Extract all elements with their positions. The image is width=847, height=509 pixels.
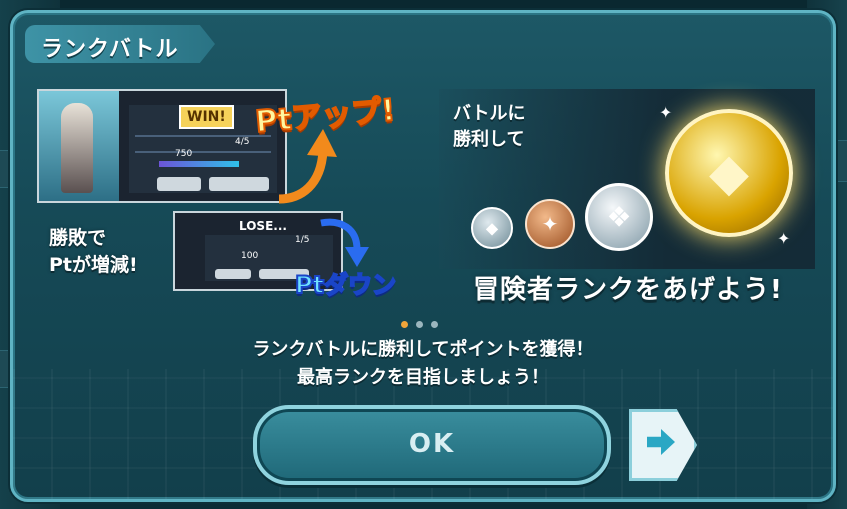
caption-line: バトルに <box>453 103 526 124</box>
sparkle-icon: ✦ <box>659 103 673 122</box>
pt-down-label: Ptダウン <box>294 270 397 300</box>
page-dot-active[interactable] <box>401 321 408 328</box>
ok-button[interactable]: OK <box>253 405 611 485</box>
description-line-2: 最高ランクを目指しましょう！ <box>297 367 549 388</box>
caption-line: 勝敗で <box>49 227 107 249</box>
description-line-1: ランクバトルに勝利してポイントを獲得！ <box>252 339 594 360</box>
caption-line: Ptが増減! <box>49 254 138 276</box>
mini-button <box>157 177 201 191</box>
platinum-rank-medal-icon: ❖ <box>585 183 653 251</box>
win-stat-1: 4/5 <box>235 137 250 147</box>
sparkle-icon: ✦ <box>777 229 791 248</box>
lose-stat-2: 100 <box>241 251 259 261</box>
win-screenshot: WIN! 4/5 750 <box>37 89 287 203</box>
lose-stat-1: 1/5 <box>295 235 310 245</box>
modal-title: ランクバトル <box>41 37 179 62</box>
lose-badge: LOSE... <box>239 219 287 233</box>
rank-up-caption: 冒険者ランクをあげよう! <box>473 275 783 305</box>
gold-rank-medal-icon: ◆ <box>665 109 793 237</box>
page-dot[interactable] <box>416 321 423 328</box>
win-battle-caption: バトルに 勝利して <box>453 101 526 153</box>
bronze-rank-medal-icon: ✦ <box>525 199 575 249</box>
points-gauge <box>159 161 239 167</box>
page-dot[interactable] <box>431 321 438 328</box>
tutorial-illustration: WIN! 4/5 750 LOSE... 1/5 100 Ptアップ! Ptダウ… <box>33 79 815 319</box>
panel-divider <box>135 135 271 137</box>
mini-button <box>209 177 269 191</box>
ok-button-label: OK <box>408 429 456 459</box>
win-badge: WIN! <box>179 105 234 129</box>
win-stat-2: 750 <box>175 149 193 159</box>
panel-divider <box>135 151 271 153</box>
caption-line: 勝利して <box>453 129 525 150</box>
arrow-down-icon <box>320 218 369 267</box>
page-indicator <box>401 321 438 328</box>
points-change-caption: 勝敗で Ptが増減! <box>49 225 138 279</box>
character-portrait <box>39 91 119 201</box>
mini-button <box>215 269 251 279</box>
silver-rank-medal-icon: ◆ <box>471 207 513 249</box>
rank-battle-modal: ランクバトル WIN! 4/5 750 LOSE... 1/5 100 Ptアッ… <box>10 10 836 502</box>
